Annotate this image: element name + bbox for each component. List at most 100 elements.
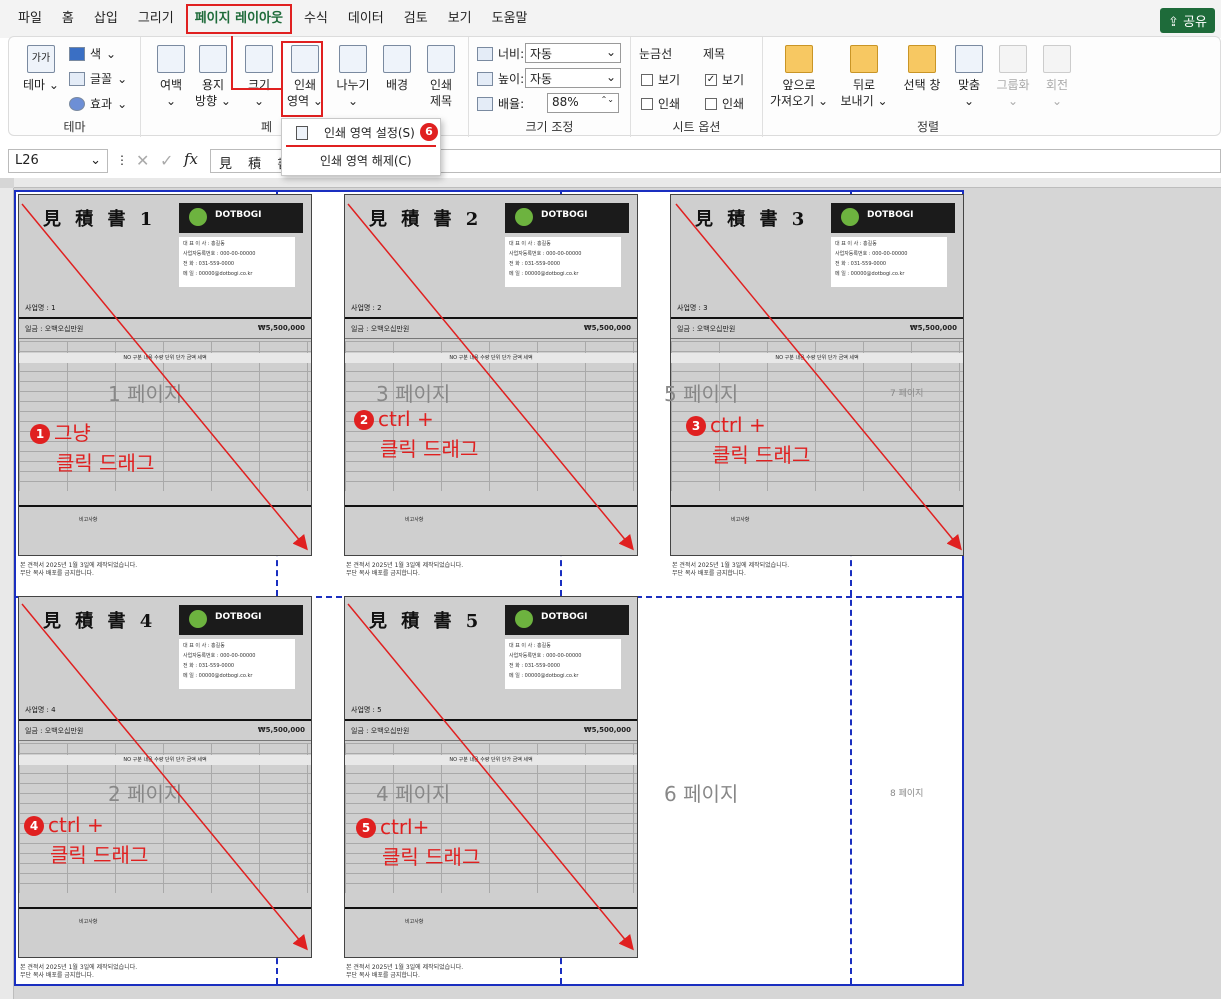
scale-input[interactable]: 88% ⌃⌄ [547,93,619,113]
info-line: 사업자등록번호 : 000-00-00000 [183,251,256,257]
annotation-5-line2: 클릭 드래그 [382,845,481,869]
info-line: 대 표 이 사 : 홍길동 [183,643,225,649]
scale-icon [477,96,493,111]
print-titles-button[interactable]: 인쇄 제목 [421,45,461,109]
amount-value: ₩5,500,000 [583,726,631,734]
width-select[interactable]: 자동 ⌄ [525,43,621,63]
company-info: 대 표 이 사 : 홍길동 사업자등록번호 : 000-00-00000 전 화 :… [179,237,295,287]
print-titles-label-1: 인쇄 [429,78,453,92]
selection-pane-button[interactable]: 선택 창 [897,45,947,93]
info-line: 사업자등록번호 : 000-00-00000 [183,653,256,659]
tab-draw[interactable]: 그리기 [128,0,184,38]
bring-forward-label-2: 가져오기 [769,94,815,108]
tab-page-layout[interactable]: 페이지 레이아웃 [185,4,292,34]
group-button[interactable]: 그룹화 ⌄ [991,45,1035,109]
colors-label: 색 [90,47,102,61]
info-line: 전 화 : 031-559-0000 [509,261,561,267]
align-button[interactable]: 맞춤 ⌄ [949,45,989,109]
table-header: NO 구분 내용 수량 단위 단가 금액 세액 [19,755,311,765]
tab-insert[interactable]: 삽입 [84,0,128,38]
page-label-8: 8 페이지 [890,789,924,799]
sheet-options-group: 눈금선 제목 보기 ✓ 보기 인쇄 인쇄 시트 옵션 [631,37,763,137]
send-backward-label-2: 보내기 [840,94,874,108]
scale-group: 너비: 자동 ⌄ 높이: 자동 ⌄ 배율: 88% ⌃⌄ 크기 조정 [469,37,631,137]
gridlines-print-checkbox[interactable]: 인쇄 [641,95,680,112]
breaks-icon [339,45,367,73]
tab-home[interactable]: 홈 [52,0,84,38]
fonts-button[interactable]: 글꼴 ⌄ [69,70,127,87]
size-highlight [231,36,283,90]
set-print-area-label: 인쇄 영역 설정(S) [324,126,415,140]
estimate-page-3: 見 積 書 3 DOTBOGI 대 표 이 사 : 홍길동 사업자등록번호 : 0… [670,194,964,556]
annotation-1-line2: 클릭 드래그 [56,451,155,475]
name-box-value: L26 [15,153,39,168]
estimate-title: 見 積 書 5 [369,611,483,632]
margins-button[interactable]: 여백 ⌄ [151,45,191,109]
colors-button[interactable]: 색 ⌄ [69,45,116,62]
share-button[interactable]: ⇪ 공유 [1160,8,1215,33]
tab-view[interactable]: 보기 [438,0,482,38]
effects-label: 효과 [90,97,113,111]
project-name: 사업명 : 5 [351,706,382,714]
formula-bar: L26 ⌄ ⋮ ✕ ✓ fx 見 積 書 [0,145,1221,177]
logo: DOTBOGI [179,203,303,233]
enter-icon[interactable]: ✓ [160,151,173,170]
margins-icon [157,45,185,73]
tab-formulas[interactable]: 수식 [294,0,338,38]
footer-line-1: 본 견적서 2025년 1월 3일에 제작되었습니다. [346,964,464,971]
info-line: 메 일 : 00000@dotbogi.co.kr [835,271,905,277]
height-select[interactable]: 자동 ⌄ [525,68,621,88]
annotation-5-line1: ctrl+ [380,815,430,839]
page-label-1: 1 페이지 [108,382,183,406]
name-box[interactable]: L26 ⌄ [8,149,108,173]
page-label-6: 6 페이지 [664,782,739,806]
share-label: 공유 [1183,15,1207,30]
height-icon [477,71,493,86]
tab-help[interactable]: 도움말 [482,0,538,38]
function-icon[interactable]: fx [184,150,198,168]
step-2-badge: 2 [354,410,374,430]
info-line: 전 화 : 031-559-0000 [183,663,235,669]
info-line: 메 일 : 00000@dotbogi.co.kr [509,673,579,679]
footer-line-2: 무단 복사 배포를 금지합니다. [20,570,94,577]
send-backward-button[interactable]: 뒤로 보내기 ⌄ [837,45,891,109]
rotate-button[interactable]: 회전 ⌄ [1037,45,1077,109]
info-line: 메 일 : 00000@dotbogi.co.kr [183,673,253,679]
headings-print-checkbox[interactable]: 인쇄 [705,95,744,112]
tab-file[interactable]: 파일 [8,0,52,38]
gridlines-view-checkbox[interactable]: 보기 [641,71,680,88]
step-3-badge: 3 [686,416,706,436]
page-label-3: 3 페이지 [376,382,451,406]
table-header: NO 구분 내용 수량 단위 단가 금액 세액 [345,353,637,363]
tab-review[interactable]: 검토 [394,0,438,38]
remarks: 비고사항 [345,505,637,553]
amount-row: 일금 : 오백오십만원 ₩5,500,000 [19,719,311,741]
breaks-button[interactable]: 나누기 ⌄ [331,45,375,109]
annotation-3-line1: ctrl + [710,413,766,437]
estimate-title: 見 積 書 3 [695,209,809,230]
print-titles-icon [427,45,455,73]
scale-label: 배율: [498,97,525,111]
company-info: 대 표 이 사 : 홍길동 사업자등록번호 : 000-00-00000 전 화 :… [505,237,621,287]
selection-pane-label: 선택 창 [903,78,941,92]
tab-data[interactable]: 데이터 [338,0,394,38]
themes-button[interactable]: 가가 테마 ⌄ [17,45,65,93]
amount-label: 일금 : 오백오십만원 [25,727,84,735]
orientation-label-2: 방향 [195,94,218,108]
bring-forward-button[interactable]: 앞으로 가져오기 ⌄ [769,45,829,109]
clear-print-area-item[interactable]: 인쇄 영역 해제(C) [282,147,440,175]
headings-view-checkbox[interactable]: ✓ 보기 [705,71,744,88]
row-headers [0,188,14,999]
page-footer: 본 견적서 2025년 1월 3일에 제작되었습니다. 무단 복사 배포를 금지합… [346,562,463,578]
page-label-4: 4 페이지 [376,782,451,806]
send-backward-label-1: 뒤로 [852,78,876,92]
orientation-button[interactable]: 용지 방향 ⌄ [193,45,233,109]
column-headers [14,178,1221,188]
print-area[interactable]: 見 積 書 1 DOTBOGI 대 표 이 사 : 홍길동 사업자등록번호 : 0… [14,190,964,986]
effects-button[interactable]: 효과 ⌄ [69,95,127,112]
set-print-area-icon [296,126,308,140]
background-icon [383,45,411,73]
background-button[interactable]: 배경 [377,45,417,93]
cancel-icon[interactable]: ✕ [136,151,149,170]
set-print-area-item[interactable]: 인쇄 영역 설정(S) 6 [286,119,438,147]
